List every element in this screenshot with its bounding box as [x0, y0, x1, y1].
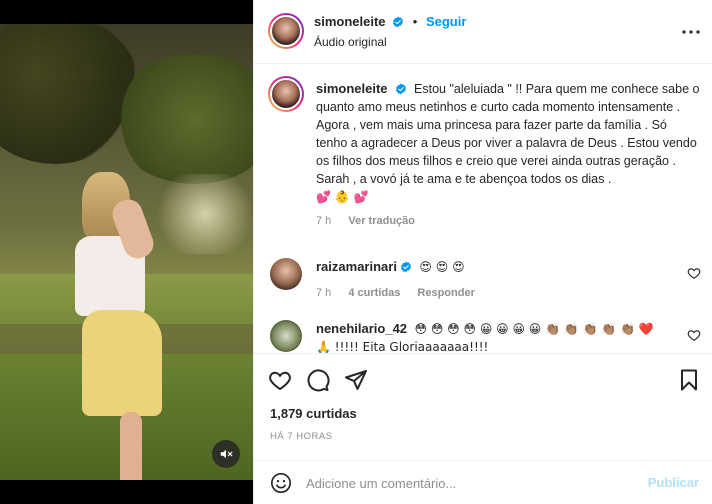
caption-meta: 7 h Ver tradução — [316, 212, 701, 230]
separator-dot: • — [412, 14, 418, 29]
like-comment-heart-icon[interactable] — [687, 266, 701, 280]
comment-meta: 7 h 4 curtidas Responder — [316, 284, 676, 302]
bookmark-icon[interactable] — [677, 368, 701, 392]
comment-item: nenehilario_42 😳 😳 😳 😳 😀 😀 😀 😀 👏🏽 👏🏽 👏🏽 … — [316, 320, 676, 354]
post-time: HÁ 7 HORAS — [270, 431, 333, 442]
comment-author[interactable]: nenehilario_42 — [316, 321, 407, 336]
verified-badge-icon — [395, 83, 406, 95]
video-frame — [0, 24, 253, 480]
like-comment-heart-icon[interactable] — [687, 328, 701, 342]
see-translation-link[interactable]: Ver tradução — [348, 215, 415, 227]
likes-count[interactable]: 1,879 curtidas — [270, 406, 357, 421]
audio-link[interactable]: Áudio original — [314, 35, 387, 49]
comment-likes[interactable]: 4 curtidas — [348, 287, 400, 299]
smiley-icon[interactable] — [270, 472, 292, 494]
comment-author[interactable]: raizamarinari — [316, 259, 397, 274]
comment-time: 7 h — [316, 287, 332, 299]
more-options-button[interactable] — [679, 22, 703, 42]
comment-icon[interactable] — [306, 368, 330, 392]
verified-badge-icon — [393, 16, 404, 28]
author-avatar[interactable] — [268, 13, 304, 49]
reply-button[interactable]: Responder — [417, 287, 474, 299]
sky-patch — [150, 174, 253, 254]
comments-list[interactable]: simoneleite Estou "aleluiada " !! Para q… — [254, 64, 712, 354]
comment-text: 😳 😳 😳 😳 😀 😀 😀 😀 👏🏽 👏🏽 👏🏽 👏🏽 👏🏽 ❤️ — [414, 322, 654, 336]
publish-button[interactable]: Publicar — [648, 475, 699, 490]
commenter-avatar[interactable] — [270, 258, 302, 290]
comment-text-line2: 🙏 !!!!! Eita Gloriaaaaaaa!!!! — [316, 340, 489, 354]
comment-text: 😍 😍 😍 — [419, 260, 465, 274]
comment-input[interactable] — [306, 473, 626, 493]
caption-author-avatar[interactable] — [268, 76, 304, 112]
post-media-video[interactable] — [0, 0, 253, 504]
mute-button[interactable] — [212, 440, 240, 468]
author-username[interactable]: simoneleite — [314, 14, 386, 29]
volume-muted-icon — [220, 449, 233, 459]
person-leg — [120, 412, 142, 480]
action-bar — [254, 355, 712, 399]
follow-button[interactable]: Seguir — [426, 14, 466, 29]
post-header: simoneleite • Seguir Áudio original — [254, 0, 712, 64]
caption-text-line2: Agora , vem mais uma princesa para fazer… — [316, 118, 697, 186]
caption-emojis: 💕 👶 💕 — [316, 190, 369, 204]
paper-plane-icon[interactable] — [344, 368, 368, 392]
caption-time: 7 h — [316, 215, 332, 227]
comment-item: raizamarinari 😍 😍 😍 7 h 4 curtidas Respo… — [316, 258, 676, 302]
heart-icon[interactable] — [268, 368, 292, 392]
verified-badge-icon — [400, 261, 411, 273]
more-horizontal-icon — [682, 30, 700, 34]
post-details-panel: simoneleite • Seguir Áudio original simo… — [253, 0, 712, 504]
caption-author-username[interactable]: simoneleite — [316, 81, 388, 96]
person-skirt — [82, 310, 162, 416]
commenter-avatar[interactable] — [270, 320, 302, 352]
instagram-post-view: simoneleite • Seguir Áudio original simo… — [0, 0, 712, 504]
caption: simoneleite Estou "aleluiada " !! Para q… — [316, 80, 701, 230]
comment-composer: Publicar — [254, 460, 712, 504]
